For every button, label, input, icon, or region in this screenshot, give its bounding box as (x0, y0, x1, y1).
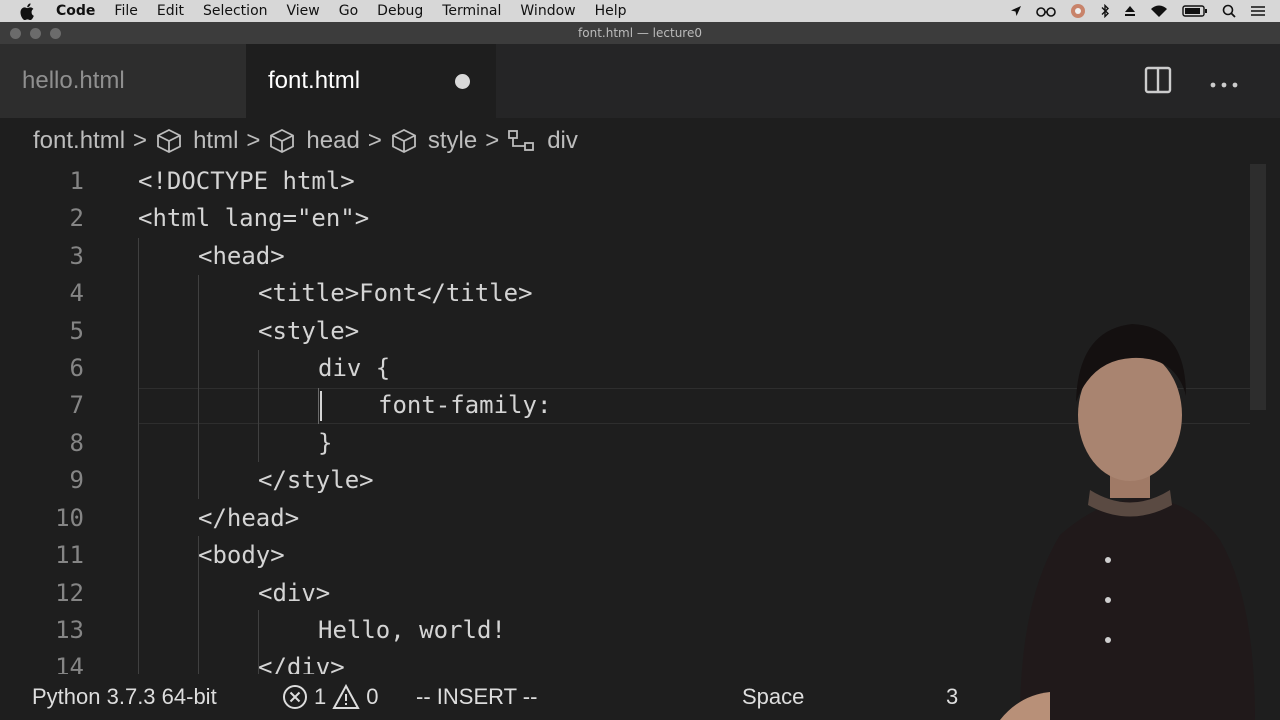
breadcrumb-file[interactable]: font.html (33, 127, 125, 155)
window-controls (10, 28, 61, 39)
text-cursor (320, 391, 322, 421)
python-interpreter[interactable]: Python 3.7.3 64-bit (32, 684, 217, 710)
unsaved-dot-icon[interactable] (455, 74, 470, 89)
line-number: 13 (55, 615, 84, 644)
code-text: </div> (258, 652, 345, 675)
menu-code[interactable]: Code (56, 3, 95, 19)
mac-menubar: Code File Edit Selection View Go Debug T… (0, 0, 1280, 22)
search-icon[interactable] (1222, 4, 1236, 18)
bluetooth-icon[interactable] (1100, 4, 1110, 18)
menu-file[interactable]: File (114, 3, 137, 19)
problems-indicator[interactable]: 1 0 (282, 684, 379, 710)
menu-window[interactable]: Window (520, 3, 575, 19)
vim-mode: -- INSERT -- (416, 684, 538, 709)
code-line: 1 <!DOCTYPE html> (0, 164, 1250, 199)
code-text: <div> (258, 578, 331, 607)
symbol-cube-icon (270, 128, 295, 154)
code-text: } (318, 428, 333, 457)
breadcrumb-style[interactable]: style (390, 127, 477, 155)
location-arrow-icon[interactable] (1010, 5, 1022, 17)
line-number: 6 (69, 353, 84, 382)
menu-edit[interactable]: Edit (157, 3, 184, 19)
menu-view[interactable]: View (287, 3, 320, 19)
error-count: 1 (314, 684, 327, 709)
editor-actions (1144, 66, 1238, 98)
split-editor-icon[interactable] (1144, 66, 1172, 98)
tab-label: hello.html (22, 67, 125, 94)
code-text: <html lang="en"> (138, 203, 370, 232)
line-number: 9 (69, 465, 84, 494)
chevron-right-icon: > (485, 127, 500, 154)
breadcrumb-div[interactable]: div (507, 127, 578, 155)
battery-icon[interactable] (1182, 5, 1208, 17)
menu-help[interactable]: Help (595, 3, 627, 19)
line-number: 2 (69, 203, 84, 232)
menu-selection[interactable]: Selection (203, 3, 268, 19)
symbol-structure-icon (508, 130, 535, 151)
breadcrumb-html[interactable]: html (155, 127, 238, 155)
symbol-cube-icon (391, 128, 416, 154)
eject-icon[interactable] (1124, 5, 1136, 17)
warning-icon (332, 684, 360, 709)
line-number: 10 (55, 503, 84, 532)
code-line: 3 <head> (0, 237, 1250, 274)
line-number: 1 (69, 166, 84, 195)
code-line: 2 <html lang="en"> (0, 199, 1250, 236)
tab-label: font.html (268, 67, 361, 94)
line-number: 3 (69, 241, 84, 270)
indentation-setting[interactable]: Space (742, 684, 804, 710)
code-text: </style> (258, 465, 374, 494)
glasses-icon[interactable] (1036, 5, 1056, 17)
chevron-right-icon: > (133, 127, 148, 154)
code-text: <style> (258, 316, 360, 345)
code-text: <body> (198, 540, 285, 569)
more-actions-icon[interactable] (1210, 73, 1238, 92)
code-text: <title>Font</title> (258, 278, 533, 307)
code-text: </head> (198, 503, 300, 532)
symbol-cube-icon (157, 128, 181, 154)
apple-icon[interactable] (20, 2, 38, 20)
code-text: font-family: (378, 390, 552, 419)
presenter-video-overlay (1000, 324, 1255, 720)
line-number: 8 (69, 428, 84, 457)
tab-font-html[interactable]: font.html (246, 44, 496, 118)
warning-count: 0 (366, 684, 379, 709)
line-number: 7 (69, 390, 84, 419)
close-window-button[interactable] (10, 28, 21, 39)
error-icon (283, 685, 307, 709)
menubar-status-area (1010, 0, 1266, 22)
line-number: 12 (55, 578, 84, 607)
code-text: Hello, world! (318, 615, 506, 644)
chevron-right-icon: > (367, 127, 382, 154)
statusbar-trailing-text[interactable]: 3 (946, 684, 958, 710)
breadcrumb: font.html > html > head > style > div (0, 118, 1280, 164)
chevron-right-icon: > (246, 127, 261, 154)
zoom-window-button[interactable] (50, 28, 61, 39)
menu-debug[interactable]: Debug (377, 3, 423, 19)
minimize-window-button[interactable] (30, 28, 41, 39)
line-number: 14 (55, 652, 84, 675)
code-text: div { (318, 353, 391, 382)
editor-tabbar: hello.html font.html (0, 44, 1280, 118)
tab-hello-html[interactable]: hello.html (0, 44, 246, 118)
control-center-icon[interactable] (1250, 5, 1266, 17)
line-number: 4 (69, 278, 84, 307)
breadcrumb-head[interactable]: head (268, 127, 360, 155)
menu-terminal[interactable]: Terminal (442, 3, 501, 19)
window-titlebar: font.html — lecture0 (0, 22, 1280, 44)
code-text: <head> (198, 241, 285, 270)
code-text: <!DOCTYPE html> (138, 166, 355, 195)
record-icon[interactable] (1070, 3, 1086, 19)
menu-go[interactable]: Go (339, 3, 358, 19)
wifi-icon[interactable] (1150, 5, 1168, 18)
line-number: 5 (69, 316, 84, 345)
line-number: 11 (55, 540, 84, 569)
window-title: font.html — lecture0 (578, 26, 702, 40)
